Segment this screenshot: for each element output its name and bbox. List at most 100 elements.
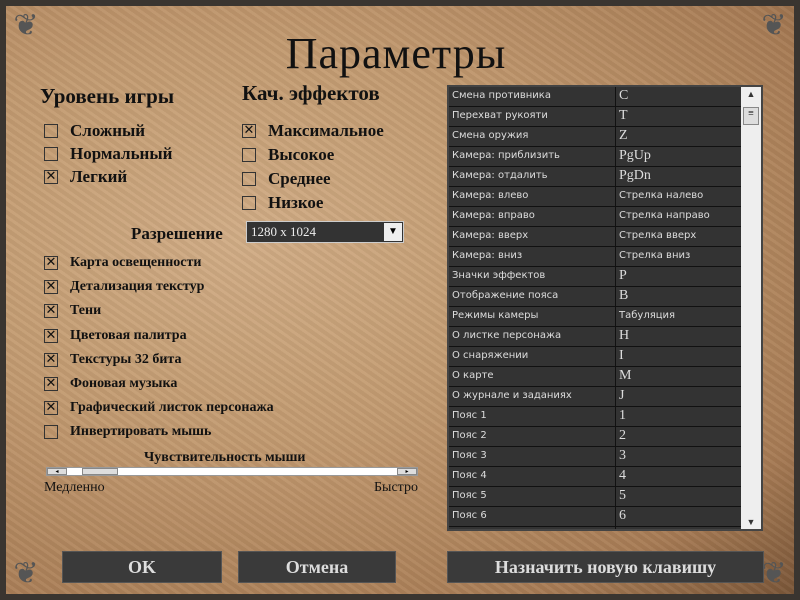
action-name: О карте [449,367,616,386]
checkbox-option[interactable]: Среднее [242,168,331,190]
checkbox[interactable] [44,147,58,161]
mouse-sensitivity-slider[interactable]: ◂ ▸ [46,467,418,476]
slider-left-arrow-icon[interactable]: ◂ [47,468,67,475]
key-value: 4 [616,467,742,486]
checkbox-option[interactable]: Низкое [242,192,323,214]
checkbox[interactable] [44,124,58,138]
checkbox[interactable] [242,148,256,162]
key-binding-row[interactable]: Камера: вниз Стрелка вниз [449,247,761,267]
key-value: 5 [616,487,742,506]
checkbox[interactable]: ✕ [44,256,58,270]
option-label: Сложный [70,121,146,140]
key-binding-row[interactable]: Камера: вправо Стрелка направо [449,207,761,227]
cancel-button[interactable]: Отмена [238,551,396,583]
action-name: О журнале и заданиях [449,387,616,406]
key-binding-row[interactable]: Камера: приблизить PgUp [449,147,761,167]
resolution-select[interactable]: 1280 x 1024 ▼ [246,221,404,243]
action-name: Пояс 7 [449,527,616,529]
option-label: Тени [70,303,102,319]
action-name: Камера: вправо [449,207,616,226]
checkbox-option[interactable]: Высокое [242,144,334,166]
checkbox[interactable] [242,196,256,210]
key-value: 2 [616,427,742,446]
slider-right-arrow-icon[interactable]: ▸ [397,468,417,475]
key-value: PgDn [616,167,742,186]
key-value: 1 [616,407,742,426]
option-label: Низкое [268,193,324,212]
ok-button[interactable]: OK [62,551,222,583]
resolution-value: 1280 x 1024 [251,224,316,239]
action-name: Отображение пояса [449,287,616,306]
checkbox-option[interactable]: ✕ Цветовая палитра [44,325,187,347]
key-binding-row[interactable]: Камера: отдалить PgDn [449,167,761,187]
chevron-down-icon[interactable]: ▼ [384,223,402,241]
key-binding-row[interactable]: Пояс 77 [449,527,761,529]
scroll-thumb[interactable]: ≡ [743,107,759,125]
key-value: Стрелка вниз [616,247,742,266]
page-title: Параметры [285,29,507,78]
key-binding-row[interactable]: Перехват рукояти T [449,107,761,127]
action-name: Смена оружия [449,127,616,146]
key-binding-row[interactable]: Пояс 66 [449,507,761,527]
checkbox[interactable] [44,425,58,440]
checkbox-option[interactable]: ✕ Графический листок персонажа [44,397,274,419]
key-value: H [616,327,742,346]
key-binding-row[interactable]: Режимы камеры Табуляция [449,307,761,327]
action-name: Смена противника [449,87,616,106]
option-label: Графический листок персонажа [70,400,274,416]
key-binding-row[interactable]: О журнале и заданиях J [449,387,761,407]
action-name: Пояс 4 [449,467,616,486]
key-value: Стрелка налево [616,187,742,206]
key-binding-row[interactable]: Смена оружия Z [449,127,761,147]
key-binding-row[interactable]: Камера: влево Стрелка налево [449,187,761,207]
checkbox-option[interactable]: Сложный [44,120,145,142]
scroll-up-icon[interactable]: ▲ [741,89,761,99]
key-binding-row[interactable]: Пояс 44 [449,467,761,487]
checkbox[interactable]: ✕ [242,124,256,138]
action-name: Камера: отдалить [449,167,616,186]
key-binding-row[interactable]: О листке персонажа H [449,327,761,347]
scrollbar[interactable]: ▲ ≡ ▼ [741,87,761,529]
checkbox-option[interactable]: Нормальный [44,143,172,165]
assign-key-button[interactable]: Назначить новую клавишу [447,551,764,583]
action-name: Пояс 3 [449,447,616,466]
checkbox-option[interactable]: ✕ Легкий [44,166,127,188]
option-label: Нормальный [70,144,173,163]
checkbox[interactable]: ✕ [44,304,58,319]
key-binding-row[interactable]: Значки эффектов P [449,267,761,287]
checkbox-option[interactable]: ✕ Максимальное [242,120,384,142]
action-name: Камера: вверх [449,227,616,246]
checkbox-option[interactable]: ✕ Текстуры 32 бита [44,349,181,371]
checkbox-option[interactable]: Инвертировать мышь [44,421,211,443]
key-binding-row[interactable]: Отображение пояса B [449,287,761,307]
option-label: Карта освещенности [70,255,202,270]
mouse-sensitivity-label: Чувствительность мыши [144,450,306,465]
option-label: Инвертировать мышь [70,424,212,440]
slider-thumb[interactable] [81,468,118,475]
checkbox-option[interactable]: ✕ Фоновая музыка [44,373,177,395]
checkbox[interactable]: ✕ [44,401,58,416]
checkbox[interactable]: ✕ [44,280,58,295]
action-name: Камера: приблизить [449,147,616,166]
checkbox-option[interactable]: ✕ Карта освещенности [44,252,201,274]
checkbox-option[interactable]: ✕ Детализация текстур [44,276,204,298]
option-label: Среднее [268,169,331,188]
key-binding-row[interactable]: О карте M [449,367,761,387]
option-label: Максимальное [268,121,384,140]
checkbox[interactable]: ✕ [44,352,58,367]
checkbox[interactable]: ✕ [44,328,58,343]
checkbox[interactable] [242,172,256,186]
key-binding-row[interactable]: Пояс 11 [449,407,761,427]
key-binding-row[interactable]: Пояс 33 [449,447,761,467]
checkbox-option[interactable]: ✕ Тени [44,300,101,322]
checkbox[interactable]: ✕ [44,377,58,391]
key-binding-row[interactable]: О снаряжении I [449,347,761,367]
key-value: M [616,367,742,386]
key-binding-row[interactable]: Пояс 22 [449,427,761,447]
scroll-down-icon[interactable]: ▼ [741,517,761,527]
key-binding-row[interactable]: Смена противника C [449,87,761,107]
checkbox[interactable]: ✕ [44,170,58,184]
key-binding-row[interactable]: Камера: вверх Стрелка вверх [449,227,761,247]
key-value: Стрелка направо [616,207,742,226]
key-binding-row[interactable]: Пояс 55 [449,487,761,507]
